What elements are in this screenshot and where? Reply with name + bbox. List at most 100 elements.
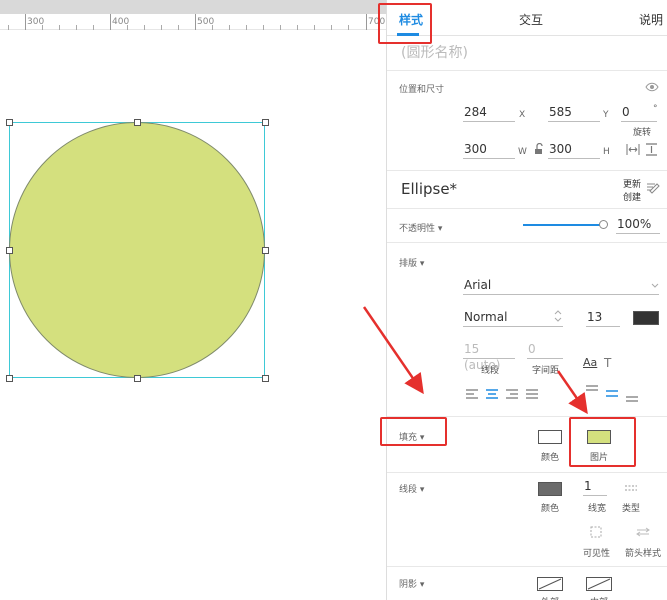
ruler-minor-tick	[59, 25, 60, 30]
opacity-slider-handle[interactable]	[599, 220, 608, 229]
ruler-minor-tick	[161, 25, 162, 30]
y-unit: Y	[603, 110, 609, 120]
text-shadow-button[interactable]: Aa	[583, 356, 597, 369]
divider	[387, 472, 667, 473]
fit-height-icon[interactable]	[645, 143, 658, 156]
divider	[387, 70, 667, 71]
inner-shadow-icon[interactable]	[586, 577, 612, 591]
line-spacing-field[interactable]: 15 (auto)	[463, 341, 515, 372]
ruler-minor-tick	[42, 25, 43, 30]
resize-handle-right[interactable]	[262, 247, 269, 254]
resize-handle-top[interactable]	[134, 119, 141, 126]
stroke-color-swatch[interactable]	[538, 482, 562, 496]
font-size-field[interactable]: 13	[586, 309, 620, 327]
font-weight-select[interactable]: Normal	[463, 309, 563, 327]
ruler-tick	[110, 14, 111, 30]
opacity-slider-track[interactable]	[523, 224, 603, 226]
resize-handle-bottom[interactable]	[134, 375, 141, 382]
annotation-box-style-tab	[378, 3, 432, 44]
height-unit: H	[603, 147, 610, 157]
style-inspector-panel: 样式 交互 说明 (圆形名称) 位置和尺寸 284 X 585 Y 0 ° 旋转…	[386, 0, 667, 600]
x-field[interactable]: 284	[463, 104, 515, 122]
align-left-icon[interactable]	[465, 389, 479, 399]
resize-handle-left[interactable]	[6, 247, 13, 254]
align-center-icon[interactable]	[485, 389, 499, 399]
rotation-label: 旋转	[633, 128, 652, 138]
arrow-style-icon[interactable]	[636, 527, 650, 537]
char-spacing-field[interactable]: 0	[527, 341, 563, 359]
ruler-minor-tick	[212, 25, 213, 30]
chevron-down-icon	[651, 283, 659, 288]
ruler-tick	[25, 14, 26, 30]
resize-handle-bottom-right[interactable]	[262, 375, 269, 382]
valign-top-icon[interactable]	[585, 385, 599, 395]
stroke-visibility-label: 可见性	[583, 549, 611, 559]
ruler-top-strip	[0, 0, 386, 14]
resize-handle-top-right[interactable]	[262, 119, 269, 126]
ruler-minor-tick	[76, 25, 77, 30]
update-style-button[interactable]: 更新	[623, 177, 641, 190]
outer-shadow-label: 外部	[541, 595, 559, 600]
eye-icon[interactable]	[645, 82, 659, 92]
ruler-tick	[366, 14, 367, 30]
align-right-icon[interactable]	[505, 389, 519, 399]
y-field[interactable]: 585	[548, 104, 600, 122]
fill-color-label: 颜色	[541, 453, 560, 463]
ruler-minor-tick	[263, 25, 264, 30]
height-field[interactable]: 300	[548, 141, 600, 159]
char-spacing-label: 字间距	[532, 366, 560, 376]
line-spacing-label: 线段	[481, 366, 500, 376]
ruler-minor-tick	[331, 25, 332, 30]
divider	[387, 170, 667, 171]
horizontal-ruler: 300 400 500 700	[0, 0, 386, 30]
resize-handle-top-left[interactable]	[6, 119, 13, 126]
position-size-label: 位置和尺寸	[399, 85, 445, 95]
ellipse-shape[interactable]	[9, 122, 265, 378]
inner-shadow-label: 内部	[590, 595, 608, 600]
outer-shadow-icon[interactable]	[537, 577, 563, 591]
stroke-width-label: 线宽	[588, 504, 607, 514]
create-style-button[interactable]: 创建	[623, 190, 641, 203]
rotation-field[interactable]: 0	[621, 104, 657, 122]
resize-handle-bottom-left[interactable]	[6, 375, 13, 382]
rotation-unit: °	[653, 104, 658, 114]
ruler-minor-tick	[229, 25, 230, 30]
stroke-type-label: 类型	[622, 504, 641, 514]
align-justify-icon[interactable]	[525, 389, 539, 399]
x-unit: X	[519, 110, 526, 120]
stroke-type-icon[interactable]	[624, 484, 638, 494]
valign-bottom-icon[interactable]	[625, 393, 639, 403]
ruler-tick	[195, 14, 196, 30]
annotation-box-fill-label	[380, 417, 447, 446]
ruler-minor-tick	[246, 25, 247, 30]
lock-icon[interactable]	[534, 143, 544, 155]
valign-middle-icon[interactable]	[605, 389, 619, 399]
tab-interaction[interactable]: 交互	[519, 11, 543, 28]
font-family-select[interactable]: Arial	[463, 277, 659, 295]
opacity-field[interactable]: 100%	[616, 216, 660, 234]
stroke-visibility-icon[interactable]	[590, 526, 602, 538]
typography-label: 排版 ▾	[399, 259, 425, 269]
arrow-style-label: 箭头样式	[625, 549, 662, 559]
width-unit: W	[518, 147, 527, 157]
divider	[387, 208, 667, 209]
width-field[interactable]: 300	[463, 141, 515, 159]
style-name[interactable]: Ellipse*	[401, 180, 457, 198]
fill-color-swatch[interactable]	[538, 430, 562, 444]
shape-name-input[interactable]: (圆形名称)	[401, 42, 468, 62]
ruler-minor-tick	[178, 25, 179, 30]
divider	[387, 566, 667, 567]
ellipse-selection-box[interactable]	[9, 122, 265, 378]
tab-notes[interactable]: 说明	[639, 11, 663, 28]
ruler-minor-tick	[314, 25, 315, 30]
fit-width-icon[interactable]	[626, 143, 640, 156]
text-color-swatch[interactable]	[633, 311, 659, 325]
ruler-minor-tick	[93, 25, 94, 30]
ruler-minor-tick	[127, 25, 128, 30]
opacity-label: 不透明性 ▾	[399, 224, 443, 234]
text-transform-button[interactable]: T	[604, 356, 611, 370]
ruler-minor-tick	[8, 25, 9, 30]
style-edit-icon[interactable]	[646, 182, 660, 194]
design-canvas[interactable]: 300 400 500 700	[0, 0, 386, 600]
stroke-width-field[interactable]: 1	[583, 478, 607, 496]
